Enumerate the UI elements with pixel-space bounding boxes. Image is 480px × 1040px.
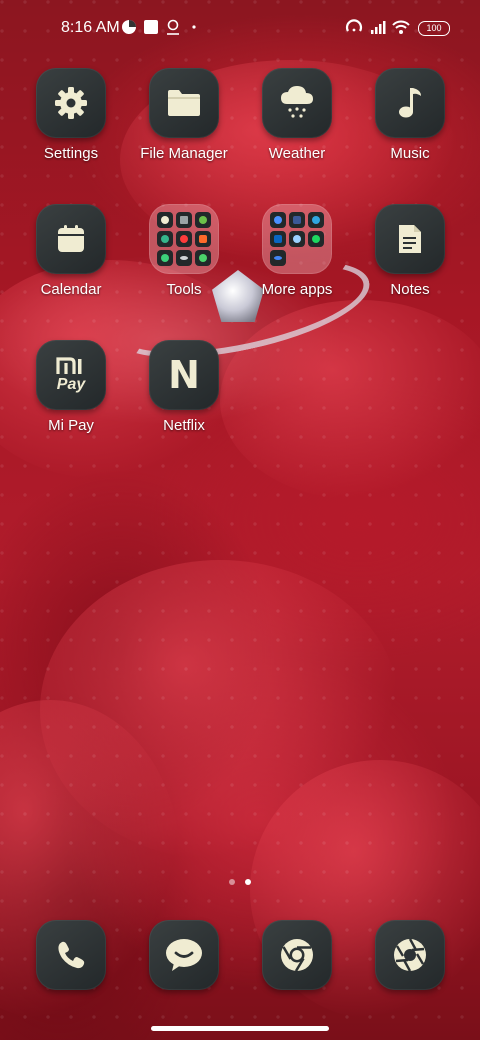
contacts-icon [157, 212, 173, 228]
folder-more-apps[interactable]: More apps [247, 204, 347, 298]
app-notes[interactable]: Notes [360, 204, 460, 298]
linkedin-icon [270, 231, 286, 247]
dock-messaging[interactable] [134, 920, 234, 990]
app-label-weather: Weather [268, 145, 326, 162]
page-indicator [0, 879, 480, 887]
app-label-file-manager: File Manager [140, 145, 228, 162]
netflix-icon: N [149, 340, 219, 410]
signal-icon [371, 21, 386, 34]
mi-pay-icon: Pay [36, 340, 106, 410]
app-netflix[interactable]: N Netflix [134, 340, 234, 434]
status-time: 8:16 AM [61, 19, 120, 36]
app-mi-pay[interactable]: Pay Mi Pay [21, 340, 121, 434]
gear-icon [36, 68, 106, 138]
dot-icon [192, 25, 196, 29]
apps-grid-icon [176, 212, 192, 228]
notes-icon [375, 204, 445, 274]
facebook-icon [289, 212, 305, 228]
lens-icon [270, 250, 286, 266]
square-notification-icon [144, 20, 158, 34]
app-label-more-apps: More apps [261, 281, 333, 298]
wifi-icon [392, 20, 410, 34]
app-label-settings: Settings [43, 145, 99, 162]
home-gesture-bar[interactable] [151, 1026, 329, 1031]
app-label-netflix: Netflix [163, 417, 205, 434]
recorder-icon [176, 231, 192, 247]
edge-icon [308, 212, 324, 228]
tasks-icon [270, 212, 286, 228]
netflix-tile-text: N [168, 353, 200, 397]
browser-icon [195, 212, 211, 228]
folder-icon [149, 68, 219, 138]
music-note-icon [375, 68, 445, 138]
app-music[interactable]: Music [360, 68, 460, 162]
cloud-snow-icon [262, 68, 332, 138]
app-file-manager[interactable]: File Manager [134, 68, 234, 162]
app-weather[interactable]: Weather [247, 68, 347, 162]
folder-more-apps-preview [262, 204, 332, 274]
photos-icon [289, 231, 305, 247]
folder-tools-preview [149, 204, 219, 274]
compass-icon [157, 250, 173, 266]
mint-browser-icon [195, 250, 211, 266]
screen-recorder-icon [195, 231, 211, 247]
mi-pay-tile-text: Pay [56, 375, 86, 393]
page-dot-2-active[interactable] [245, 879, 251, 885]
pie-chart-icon [122, 20, 136, 34]
dock-phone[interactable] [21, 920, 121, 990]
chrome-icon [262, 920, 332, 990]
app-label-mi-pay: Mi Pay [48, 417, 94, 434]
calendar-icon [36, 204, 106, 274]
app-label-calendar: Calendar [40, 281, 102, 298]
app-label-notes: Notes [390, 281, 430, 298]
infinity-icon [176, 250, 192, 266]
folder-tools[interactable]: Tools [134, 204, 234, 298]
location-pin-icon [167, 19, 179, 35]
camera-aperture-icon [375, 920, 445, 990]
battery-indicator: 100 [418, 21, 450, 36]
spotify-icon [308, 231, 324, 247]
app-label-music: Music [390, 145, 430, 162]
page-dot-1[interactable] [229, 879, 235, 885]
app-label-tools: Tools [166, 281, 202, 298]
app-settings[interactable]: Settings [21, 68, 121, 162]
dock-camera[interactable] [360, 920, 460, 990]
chat-bubble-icon [149, 920, 219, 990]
app-calendar[interactable]: Calendar [21, 204, 121, 298]
dock-chrome[interactable] [247, 920, 347, 990]
hotspot-icon [345, 19, 363, 32]
status-bar: 8:16 AM 100 [0, 0, 480, 56]
phone-icon [36, 920, 106, 990]
security-icon [157, 231, 173, 247]
